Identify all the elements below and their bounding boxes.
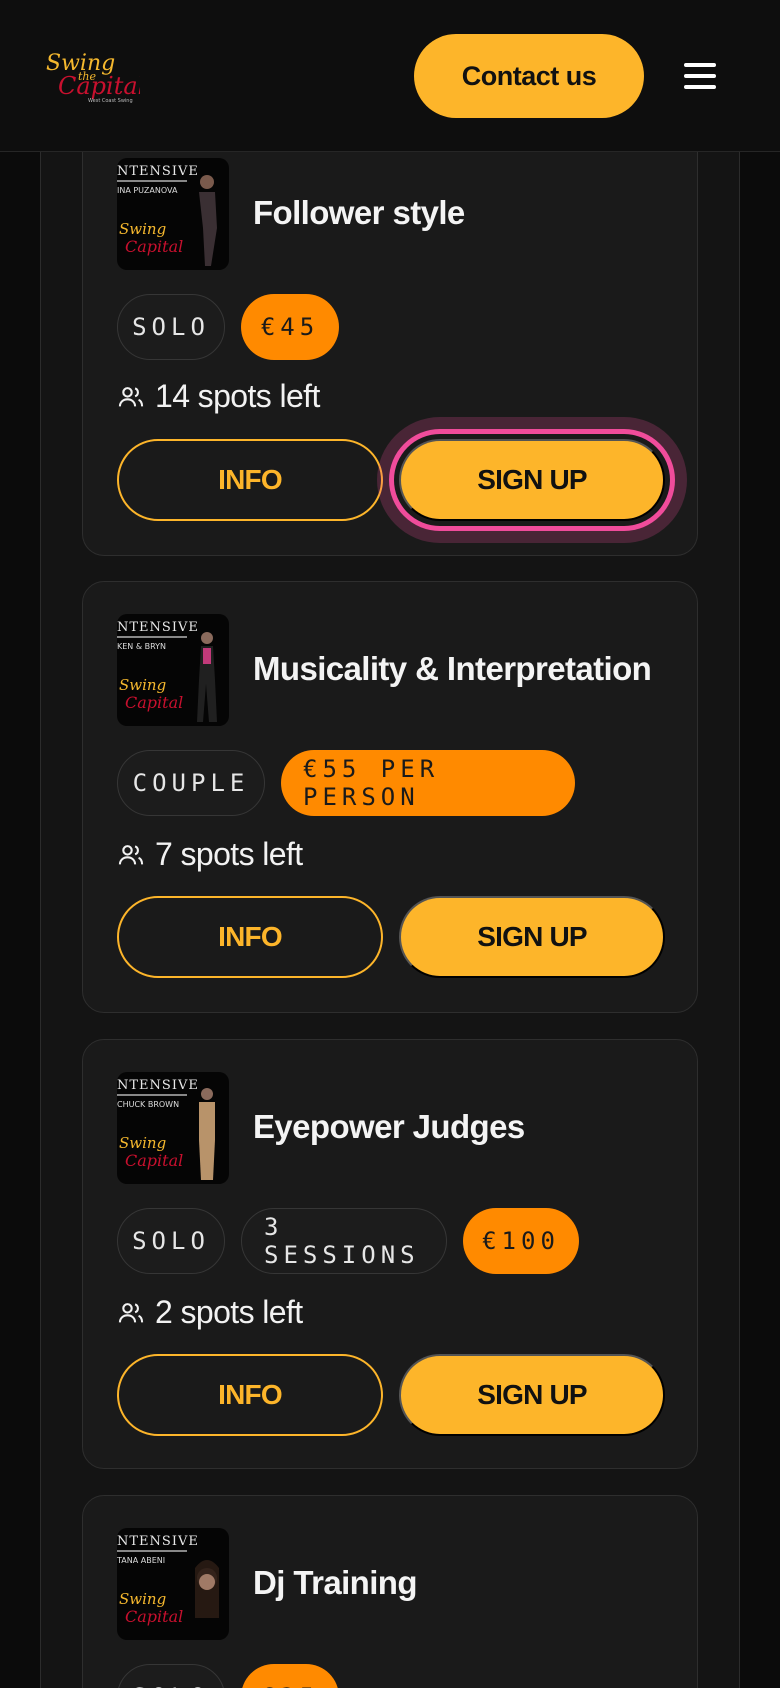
class-card: NTENSIVE INA PUZANOVA Swing Capital Foll… (82, 100, 698, 556)
svg-text:Capital: Capital (125, 237, 183, 256)
dancer-figure-icon (197, 632, 217, 722)
svg-text:Swing: Swing (119, 676, 166, 694)
class-title: Musicality & Interpretation (253, 650, 652, 687)
spots-left-text: 2 spots left (155, 1294, 303, 1330)
class-thumbnail: NTENSIVE TANA ABENI Swing Capital (117, 1528, 229, 1640)
users-icon (118, 386, 144, 406)
spots-left: 2 spots left (117, 1294, 303, 1331)
class-tag: COUPLE (117, 750, 265, 816)
svg-text:Capital: Capital (125, 1607, 183, 1626)
class-title: Dj Training (253, 1564, 418, 1601)
price-badge: €45 (241, 294, 339, 360)
users-icon (118, 1302, 144, 1322)
contact-us-button[interactable]: Contact us (414, 34, 644, 118)
price-badge: €100 (463, 1208, 579, 1274)
svg-text:Swing: Swing (119, 1134, 166, 1152)
thumbnail-logo-icon: Swing Capital (119, 1134, 183, 1170)
sign-up-button[interactable]: SIGN UP (399, 439, 665, 521)
price-badge: €35 (241, 1664, 339, 1688)
svg-text:West Coast Swing: West Coast Swing (88, 98, 133, 104)
class-title: Eyepower Judges (253, 1108, 525, 1145)
swing-the-capital-logo[interactable]: Swing the Capital West Coast Swing (44, 44, 140, 108)
info-button[interactable]: INFO (117, 1354, 383, 1436)
thumbnail-logo-icon: Swing Capital (119, 220, 183, 256)
class-thumbnail: NTENSIVE INA PUZANOVA Swing Capital (117, 158, 229, 270)
hamburger-icon[interactable] (680, 60, 720, 92)
site-header: Swing the Capital West Coast Swing Conta… (0, 0, 780, 152)
spots-left: 14 spots left (117, 378, 320, 415)
info-button[interactable]: INFO (117, 896, 383, 978)
class-tag: SOLO (117, 1664, 225, 1688)
svg-text:Capital: Capital (58, 72, 140, 100)
svg-text:Swing: Swing (119, 1590, 166, 1608)
svg-text:Swing: Swing (119, 220, 166, 238)
class-card: NTENSIVE KEN & BRYN Swing Capital Musica… (82, 581, 698, 1013)
class-thumbnail: NTENSIVE KEN & BRYN Swing Capital (117, 614, 229, 726)
class-card: NTENSIVE TANA ABENI Swing Capital Dj Tra… (82, 1495, 698, 1688)
info-button[interactable]: INFO (117, 439, 383, 521)
price-badge: €55 PER PERSON (281, 750, 575, 816)
class-tag: SOLO (117, 1208, 225, 1274)
dancer-figure-icon (199, 175, 217, 266)
spots-left-text: 14 spots left (155, 378, 320, 414)
spots-left: 7 spots left (117, 836, 303, 873)
class-tag: 3 SESSIONS (241, 1208, 447, 1274)
sign-up-button[interactable]: SIGN UP (399, 1354, 665, 1436)
class-thumbnail: NTENSIVE CHUCK BROWN Swing Capital (117, 1072, 229, 1184)
svg-text:Capital: Capital (125, 1151, 183, 1170)
thumbnail-logo-icon: Swing Capital (119, 1590, 183, 1626)
dancer-figure-icon (199, 1088, 215, 1180)
class-title: Follower style (253, 194, 465, 231)
dancer-figure-icon (195, 1560, 219, 1618)
sign-up-button[interactable]: SIGN UP (399, 896, 665, 978)
spots-left-text: 7 spots left (155, 836, 303, 872)
users-icon (118, 844, 144, 864)
thumbnail-logo-icon: Swing Capital (119, 676, 183, 712)
svg-text:Capital: Capital (125, 693, 183, 712)
class-tag: SOLO (117, 294, 225, 360)
class-card: NTENSIVE CHUCK BROWN Swing Capital Eyepo… (82, 1039, 698, 1469)
